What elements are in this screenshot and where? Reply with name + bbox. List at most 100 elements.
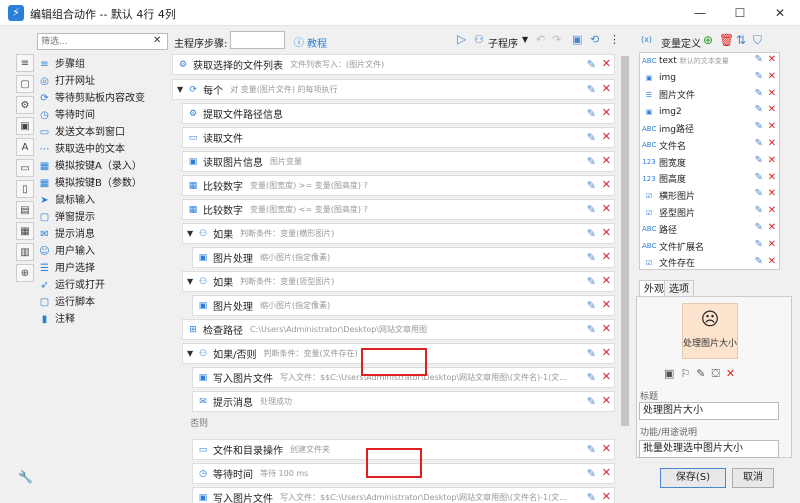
palette-item[interactable]: ☺ 用户输入 — [38, 243, 168, 260]
edit-pencil-icon[interactable]: ✎ — [755, 155, 763, 166]
title-field[interactable]: 处理图片大小 — [639, 402, 779, 420]
edit-pencil-icon[interactable]: ✎ — [587, 83, 596, 96]
edit-pencil-icon[interactable]: ✎ — [755, 256, 763, 267]
delete-step-icon[interactable]: ✕ — [602, 274, 611, 287]
delete-variable-icon[interactable]: ✕ — [768, 188, 776, 199]
palette-item[interactable]: ▢ 运行脚本 — [38, 294, 168, 311]
edit-pencil-icon[interactable]: ✎ — [755, 239, 763, 250]
edit-pencil-icon[interactable]: ✎ — [587, 131, 596, 144]
edit-pencil-icon[interactable]: ✎ — [587, 275, 596, 288]
edit-pencil-icon[interactable]: ✎ — [755, 188, 763, 199]
wrench-icon[interactable]: 🔧 — [18, 470, 33, 484]
tutorial-link[interactable]: 教程 — [307, 35, 327, 50]
variable-row[interactable]: ▣ img ✎ ✕ — [640, 70, 779, 87]
delete-step-icon[interactable]: ✕ — [602, 130, 611, 143]
variable-row[interactable]: ABC 文件扩展名 ✎ ✕ — [640, 238, 779, 255]
edit-pencil-icon[interactable]: ✎ — [755, 104, 763, 115]
cancel-button[interactable]: 取消 — [732, 468, 774, 488]
delete-step-icon[interactable]: ✕ — [602, 57, 611, 70]
description-field[interactable]: 批量处理选中图片大小 — [639, 440, 779, 458]
edit-pencil-icon[interactable]: ✎ — [587, 155, 596, 168]
step-row[interactable]: ✉ 提示消息 处理成功 ✎ ✕ — [192, 391, 615, 412]
edit-pencil-icon[interactable]: ✎ — [755, 88, 763, 99]
delete-step-icon[interactable]: ✕ — [602, 394, 611, 407]
variable-row[interactable]: ☑ 竖型图片 ✎ ✕ — [640, 204, 779, 221]
delete-step-icon[interactable]: ✕ — [602, 442, 611, 455]
variable-row[interactable]: ABC text 默认的文本变量 ✎ ✕ — [640, 53, 779, 70]
palette-item[interactable]: ◷ 等待时间 — [38, 107, 168, 124]
flag-icon[interactable]: ⚐ — [680, 367, 696, 380]
step-row[interactable]: ⊞ 检查路径 C:\Users\Administrator\Desktop\网站文章… — [182, 319, 615, 340]
close-button[interactable]: ✕ — [760, 0, 800, 26]
delete-variable-icon[interactable]: 🗑 — [719, 33, 734, 47]
expand-icon[interactable]: ▼ — [177, 85, 183, 94]
edit-pencil-icon[interactable]: ✎ — [755, 138, 763, 149]
edit-pencil-icon[interactable]: ✎ — [587, 58, 596, 71]
edit-pencil-icon[interactable]: ✎ — [755, 121, 763, 132]
history-icon[interactable]: ⟲ — [590, 33, 599, 46]
category-icon[interactable]: ▣ — [16, 117, 34, 135]
step-row[interactable]: ▦ 比较数字 变量(图宽度) <= 变量(图高度) ? ✎ ✕ — [182, 199, 615, 220]
step-row[interactable]: ▭ 读取文件 ✎ ✕ — [182, 127, 615, 148]
tab-options[interactable]: 选项 — [664, 280, 694, 297]
edit-pencil-icon[interactable]: ✎ — [755, 172, 763, 183]
remove-icon[interactable]: ✕ — [726, 367, 741, 380]
variable-row[interactable]: ▣ img2 ✎ ✕ — [640, 103, 779, 120]
edit-pencil-icon[interactable]: ✎ — [587, 227, 596, 240]
palette-item[interactable]: ➶ 运行或打开 — [38, 277, 168, 294]
edit-pencil-icon[interactable]: ✎ — [587, 251, 596, 264]
delete-step-icon[interactable]: ✕ — [602, 370, 611, 383]
delete-variable-icon[interactable]: ✕ — [768, 54, 776, 65]
edit-pencil-icon[interactable]: ✎ — [755, 222, 763, 233]
add-variable-icon[interactable]: ⊕ — [703, 33, 713, 47]
minimize-button[interactable]: — — [680, 0, 720, 26]
category-icon[interactable]: ⊕ — [16, 264, 34, 282]
delete-variable-icon[interactable]: ✕ — [768, 88, 776, 99]
search-box[interactable] — [37, 33, 168, 50]
palette-item[interactable]: ▭ 发送文本到窗口 — [38, 124, 168, 141]
palette-item[interactable]: ▢ 弹窗提示 — [38, 209, 168, 226]
redo-icon[interactable]: ↷ — [552, 33, 561, 46]
save-button[interactable]: 保存(S) — [660, 468, 726, 488]
step-row[interactable]: ▼ ⟳ 每个对 变量(图片文件) 的每项执行 ✎ ✕ — [172, 79, 615, 100]
edit-pencil-icon[interactable]: ✎ — [587, 299, 596, 312]
maximize-button[interactable]: ☐ — [720, 0, 760, 26]
category-icon[interactable]: ▦ — [16, 222, 34, 240]
step-row[interactable]: ▣ 读取图片信息 图片变量 ✎ ✕ — [182, 151, 615, 172]
expand-icon[interactable]: ▼ — [187, 229, 193, 238]
step-row[interactable]: ▣ 图片处理 缩小图片(指定像素) ✎ ✕ — [192, 295, 615, 316]
step-row[interactable]: ▣ 写入图片文件 写入文件：$$C:\Users\Administrator\Des… — [192, 487, 615, 503]
more-icon[interactable]: ⋮ — [609, 33, 620, 46]
delete-step-icon[interactable]: ✕ — [602, 82, 611, 95]
delete-variable-icon[interactable]: ✕ — [768, 121, 776, 132]
edit-pencil-icon[interactable]: ✎ — [587, 491, 596, 503]
save-icon[interactable]: ▣ — [572, 33, 582, 46]
edit-pencil-icon[interactable]: ✎ — [587, 347, 596, 360]
palette-item[interactable]: ▦ 模拟按键B（参数） — [38, 175, 168, 192]
delete-step-icon[interactable]: ✕ — [602, 490, 611, 503]
delete-step-icon[interactable]: ✕ — [602, 250, 611, 263]
delete-variable-icon[interactable]: ✕ — [768, 205, 776, 216]
edit-pencil-icon[interactable]: ✎ — [587, 107, 596, 120]
palette-item[interactable]: ✉ 提示消息 — [38, 226, 168, 243]
category-icon[interactable]: ≡ — [16, 54, 34, 72]
step-row[interactable]: ▼ ⚇ 如果 判断条件：变量(竖型图片) ✎ ✕ — [182, 271, 615, 292]
scrollbar-thumb[interactable] — [621, 56, 629, 426]
step-row[interactable]: ▦ 比较数字 变量(图宽度) >= 变量(图高度) ? ✎ ✕ — [182, 175, 615, 196]
delete-step-icon[interactable]: ✕ — [602, 322, 611, 335]
palette-item[interactable]: ◎ 打开网址 — [38, 73, 168, 90]
category-icon[interactable]: ▯ — [16, 180, 34, 198]
palette-item[interactable]: ▮ 注释 — [38, 311, 168, 328]
delete-variable-icon[interactable]: ✕ — [768, 222, 776, 233]
delete-step-icon[interactable]: ✕ — [602, 466, 611, 479]
expand-icon[interactable]: ▼ — [187, 277, 193, 286]
palette-item[interactable]: ➤ 鼠标输入 — [38, 192, 168, 209]
delete-variable-icon[interactable]: ✕ — [768, 71, 776, 82]
step-row[interactable]: ▼ ⚇ 如果 判断条件：变量(横形图片) ✎ ✕ — [182, 223, 615, 244]
info-icon[interactable]: ⓘ — [294, 34, 304, 49]
edit-pencil-icon[interactable]: ✎ — [587, 203, 596, 216]
image-icon[interactable]: ▣ — [664, 367, 680, 380]
variable-row[interactable]: ABC 文件名 ✎ ✕ — [640, 137, 779, 154]
expand-icon[interactable]: ▼ — [187, 349, 193, 358]
variable-row[interactable]: ☰ 图片文件 ✎ ✕ — [640, 87, 779, 104]
